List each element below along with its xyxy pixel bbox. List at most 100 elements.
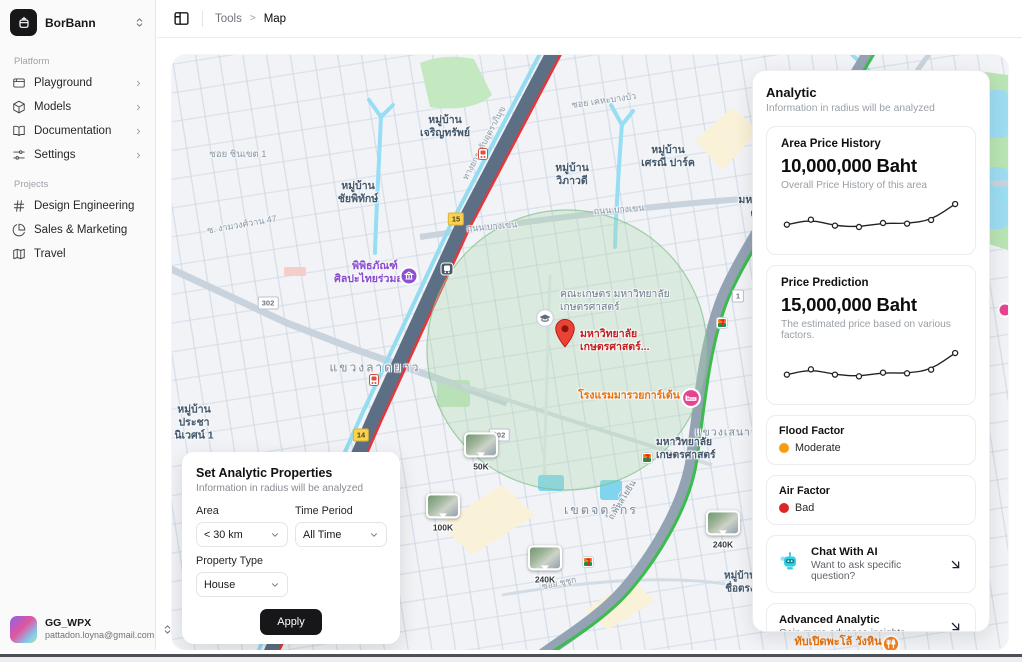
- field-time-period: Time Period All Time: [295, 505, 387, 547]
- arrow-down-right-icon[interactable]: [948, 619, 963, 632]
- sidebar-item-documentation[interactable]: Documentation: [0, 119, 155, 143]
- sidebar-section-label: Platform: [0, 44, 155, 71]
- listing-marker-240k[interactable]: 240K: [528, 545, 562, 584]
- arrow-down-right-icon[interactable]: [948, 557, 963, 572]
- models-icon: [12, 100, 26, 114]
- area-price-history-card: Area Price History 10,000,000 Baht Overa…: [766, 126, 976, 255]
- advanced-analytic-card[interactable]: Advanced Analytic Gain more advance insi…: [766, 603, 976, 632]
- property-type-select[interactable]: House: [196, 572, 288, 597]
- sidebar-item-travel[interactable]: Travel: [0, 242, 155, 266]
- card-subtitle: The estimated price based on various fac…: [781, 319, 961, 341]
- borbann-logo-icon: [10, 9, 37, 36]
- map-canvas[interactable]: ซอย ชินเขต 1หมู่บ้าน เจริญทรัพย์หมู่บ้าน…: [172, 55, 1008, 650]
- area-select[interactable]: < 30 km: [196, 522, 288, 547]
- playground-icon: [12, 76, 26, 90]
- listing-photo[interactable]: [426, 493, 460, 518]
- robot-icon: [779, 551, 801, 578]
- sidebar-item-label: Travel: [34, 248, 66, 260]
- card-title: Advanced Analytic: [779, 614, 905, 626]
- chevron-right-icon: [134, 103, 143, 112]
- field-label: Property Type: [196, 555, 288, 567]
- sidebar-toggle-icon[interactable]: [173, 10, 190, 27]
- sidebar-item-playground[interactable]: Playground: [0, 71, 155, 95]
- card-title: Area Price History: [781, 138, 961, 150]
- listing-price-label: 240K: [713, 539, 733, 549]
- card-title: Chat With AI: [811, 546, 938, 558]
- chevron-down-icon: [369, 530, 379, 540]
- select-value: < 30 km: [204, 529, 243, 541]
- divider: [202, 11, 203, 27]
- card-title: Air Factor: [779, 485, 963, 497]
- set-analytic-properties-panel: Set Analytic Properties Information in r…: [182, 452, 400, 644]
- sidebar-item-models[interactable]: Models: [0, 95, 155, 119]
- docs-icon: [12, 124, 26, 138]
- listing-photo[interactable]: [528, 545, 562, 570]
- apply-button[interactable]: Apply: [260, 609, 322, 635]
- field-area: Area < 30 km: [196, 505, 288, 547]
- listing-marker-100k[interactable]: 100K: [426, 493, 460, 532]
- analytic-subtitle: Information in radius will be analyzed: [766, 103, 976, 114]
- user-name: GG_WPX: [45, 617, 154, 630]
- flood-factor-card: Flood Factor Moderate: [766, 415, 976, 465]
- map-icon: [12, 247, 26, 261]
- time-period-select[interactable]: All Time: [295, 522, 387, 547]
- pie-icon: [12, 223, 26, 237]
- sidebar-item-label: Settings: [34, 149, 76, 161]
- sidebar-item-label: Design Engineering: [34, 200, 134, 212]
- card-title: Flood Factor: [779, 425, 963, 437]
- workspace-switcher[interactable]: BorBann: [0, 0, 155, 44]
- properties-title: Set Analytic Properties: [196, 466, 386, 480]
- flood-status-dot: [779, 443, 789, 453]
- sidebar-item-label: Sales & Marketing: [34, 224, 127, 236]
- chat-with-ai-card[interactable]: Chat With AI Want to ask specific questi…: [766, 535, 976, 593]
- analytic-title: Analytic: [766, 85, 976, 100]
- sidebar-item-settings[interactable]: Settings: [0, 143, 155, 167]
- card-title: Price Prediction: [781, 277, 961, 289]
- listing-marker-240k[interactable]: 240K: [706, 510, 740, 549]
- properties-subtitle: Information in radius will be analyzed: [196, 483, 386, 494]
- chevron-down-icon: [270, 580, 280, 590]
- sidebar-section-label: Projects: [0, 167, 155, 194]
- price-history-sparkline: [781, 195, 961, 241]
- air-status: Bad: [795, 502, 814, 514]
- topbar: Tools > Map: [157, 0, 1022, 38]
- price-history-value: 10,000,000 Baht: [781, 155, 961, 177]
- chevron-right-icon: [134, 151, 143, 160]
- app-window: BorBann Platform Playground Models Document…: [0, 0, 1022, 662]
- field-label: Time Period: [295, 505, 387, 517]
- breadcrumb-separator: >: [250, 13, 256, 24]
- sidebar: BorBann Platform Playground Models Document…: [0, 0, 156, 653]
- price-prediction-sparkline: [781, 345, 961, 391]
- price-prediction-value: 15,000,000 Baht: [781, 294, 961, 316]
- sidebar-sections: Platform Playground Models Documentation Set…: [0, 44, 155, 266]
- user-menu[interactable]: GG_WPX pattadon.loyna@gmail.com: [0, 606, 155, 653]
- field-label: Area: [196, 505, 288, 517]
- chevron-down-icon: [270, 530, 280, 540]
- listing-marker-50k[interactable]: 50K: [464, 432, 498, 471]
- chevrons-up-down-icon: [134, 17, 145, 28]
- app-name: BorBann: [45, 16, 96, 30]
- listing-price-label: 240K: [535, 574, 555, 584]
- sidebar-item-sales-marketing[interactable]: Sales & Marketing: [0, 218, 155, 242]
- hash-icon: [12, 199, 26, 213]
- listing-photo[interactable]: [706, 510, 740, 535]
- bottom-edge: [0, 657, 1022, 662]
- listing-price-label: 100K: [433, 522, 453, 532]
- flood-status: Moderate: [795, 442, 841, 454]
- sidebar-item-design-engineering[interactable]: Design Engineering: [0, 194, 155, 218]
- breadcrumb-tools[interactable]: Tools: [215, 13, 242, 25]
- chevron-right-icon: [134, 127, 143, 136]
- listing-photo[interactable]: [464, 432, 498, 457]
- settings-icon: [12, 148, 26, 162]
- sidebar-item-label: Documentation: [34, 125, 111, 137]
- air-factor-card: Air Factor Bad: [766, 475, 976, 525]
- listing-price-label: 50K: [473, 461, 489, 471]
- breadcrumb-map: Map: [264, 13, 286, 25]
- user-email: pattadon.loyna@gmail.com: [45, 630, 154, 641]
- sidebar-item-label: Playground: [34, 77, 92, 89]
- field-property-type: Property Type House: [196, 555, 288, 597]
- select-value: House: [204, 579, 235, 591]
- card-subtitle: Overall Price History of this area: [781, 180, 961, 191]
- analytic-panel: Analytic Information in radius will be a…: [752, 70, 990, 632]
- breadcrumb: Tools > Map: [215, 13, 286, 25]
